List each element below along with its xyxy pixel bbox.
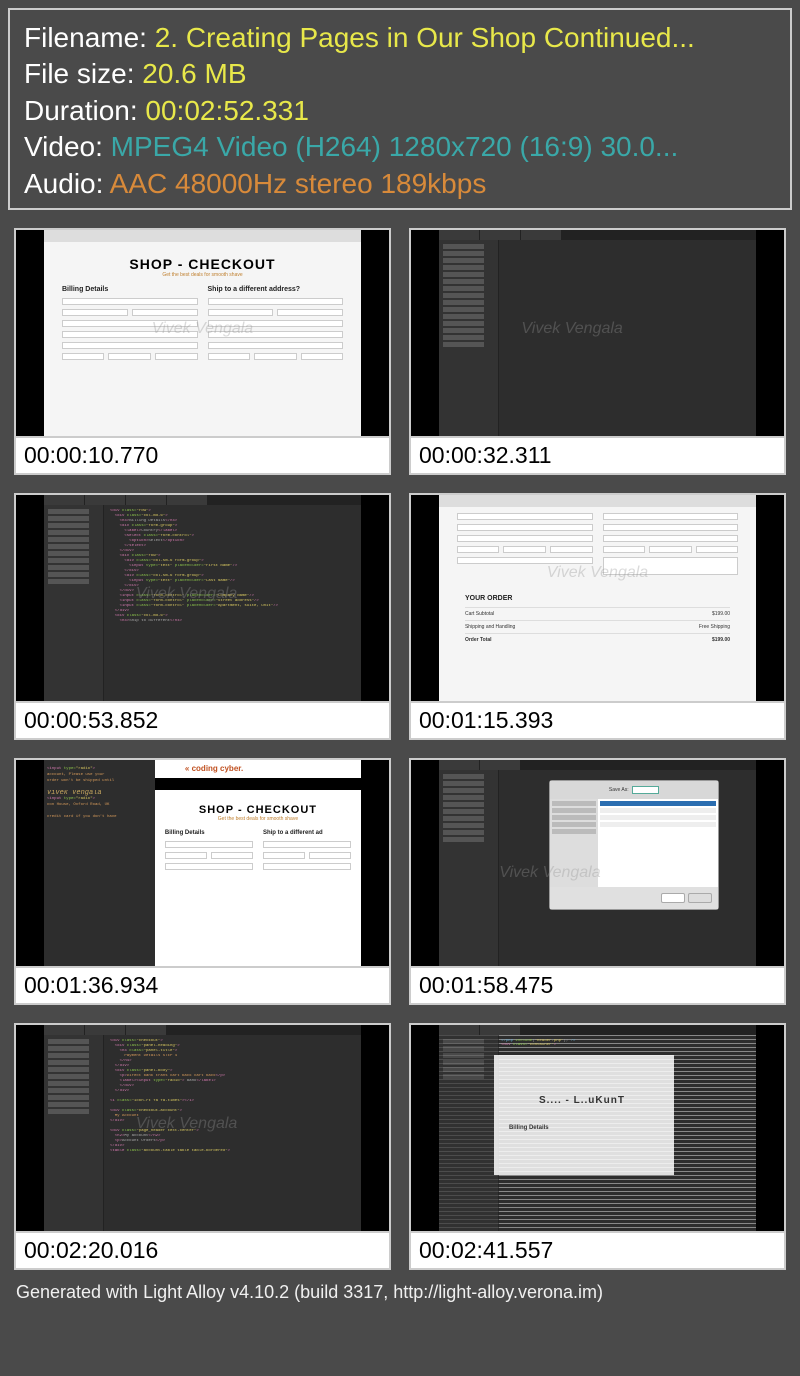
- thumb-cell-5: <input type="radio"> account, Please use…: [14, 758, 391, 1005]
- thumb-content: SHOP - CHECKOUT Get the best deals for s…: [44, 230, 361, 436]
- filename-label: Filename:: [24, 22, 155, 53]
- thumb-cell-2: Vivek Vengala 00:00:32.311: [409, 228, 786, 475]
- audio-value: AAC 48000Hz stereo 189kbps: [110, 168, 487, 199]
- timestamp-4: 00:01:15.393: [409, 703, 786, 740]
- thumb-cell-6: Save As:: [409, 758, 786, 1005]
- checkout-title: SHOP - CHECKOUT: [155, 804, 361, 816]
- thumb-cell-1: SHOP - CHECKOUT Get the best deals for s…: [14, 228, 391, 475]
- checkout-subtitle: Get the best deals for smooth shave: [44, 272, 361, 278]
- timestamp-5: 00:01:36.934: [14, 968, 391, 1005]
- glitch-title: S.... - L..uKunT: [539, 1095, 625, 1106]
- duration-label: Duration:: [24, 95, 145, 126]
- filename-value: 2. Creating Pages in Our Shop Continued.…: [155, 22, 695, 53]
- duration-value: 00:02:52.331: [145, 95, 309, 126]
- order-label: Shipping and Handling: [465, 624, 515, 630]
- duration-row: Duration: 00:02:52.331: [24, 93, 776, 129]
- thumbnail-6[interactable]: Save As:: [409, 758, 786, 968]
- thumbnail-2[interactable]: Vivek Vengala: [409, 228, 786, 438]
- timestamp-8: 00:02:41.557: [409, 1233, 786, 1270]
- timestamp-7: 00:02:20.016: [14, 1233, 391, 1270]
- thumbnail-8[interactable]: S.... - L..uKunT Billing Details <?php i…: [409, 1023, 786, 1233]
- order-head: YOUR ORDER: [465, 595, 730, 602]
- filesize-row: File size: 20.6 MB: [24, 56, 776, 92]
- order-value: $199.00: [712, 611, 730, 617]
- filesize-value: 20.6 MB: [142, 58, 246, 89]
- order-value: $199.00: [712, 637, 730, 643]
- watermark: Vivek Vengala: [521, 320, 622, 338]
- thumbnail-5[interactable]: <input type="radio"> account, Please use…: [14, 758, 391, 968]
- ship-head: Ship to a different address?: [208, 286, 344, 293]
- thumbnail-grid: SHOP - CHECKOUT Get the best deals for s…: [0, 218, 800, 1270]
- billing-head: Billing Details: [62, 286, 198, 293]
- thumb-content: <div class="checkout"> <div class="panel…: [44, 1025, 361, 1231]
- thumb-content: YOUR ORDER Cart Subtotal $199.00 Shipping…: [439, 495, 756, 701]
- thumb-cell-7: <div class="checkout"> <div class="panel…: [14, 1023, 391, 1270]
- audio-label: Audio:: [24, 168, 110, 199]
- checkout-subtitle: Get the best deals for smooth shave: [155, 816, 361, 822]
- video-value: MPEG4 Video (H264) 1280x720 (16:9) 30.0.…: [111, 131, 679, 162]
- file-info-panel: Filename: 2. Creating Pages in Our Shop …: [8, 8, 792, 210]
- filename-row: Filename: 2. Creating Pages in Our Shop …: [24, 20, 776, 56]
- video-row: Video: MPEG4 Video (H264) 1280x720 (16:9…: [24, 129, 776, 165]
- timestamp-6: 00:01:58.475: [409, 968, 786, 1005]
- thumb-cell-8: S.... - L..uKunT Billing Details <?php i…: [409, 1023, 786, 1270]
- thumb-cell-4: YOUR ORDER Cart Subtotal $199.00 Shipping…: [409, 493, 786, 740]
- video-label: Video:: [24, 131, 111, 162]
- thumbnail-7[interactable]: <div class="checkout"> <div class="panel…: [14, 1023, 391, 1233]
- thumb-content: <input type="radio"> account, Please use…: [44, 760, 361, 966]
- checkout-title: SHOP - CHECKOUT: [44, 256, 361, 272]
- billing-head: Billing Details: [509, 1125, 549, 1131]
- order-label: Cart Subtotal: [465, 611, 494, 617]
- thumb-content: S.... - L..uKunT Billing Details <?php i…: [439, 1025, 756, 1231]
- filesize-label: File size:: [24, 58, 142, 89]
- order-label: Order Total: [465, 637, 492, 643]
- thumbnail-4[interactable]: YOUR ORDER Cart Subtotal $199.00 Shipping…: [409, 493, 786, 703]
- thumb-content: <div class="row"> <div class="col-md-6">…: [44, 495, 361, 701]
- footer-text: Generated with Light Alloy v4.10.2 (buil…: [0, 1270, 800, 1303]
- save-dialog: Save As:: [549, 780, 719, 910]
- timestamp-1: 00:00:10.770: [14, 438, 391, 475]
- order-value: Free Shipping: [699, 624, 730, 630]
- audio-row: Audio: AAC 48000Hz stereo 189kbps: [24, 166, 776, 202]
- billing-head: Billing Details: [165, 830, 253, 836]
- thumb-cell-3: <div class="row"> <div class="col-md-6">…: [14, 493, 391, 740]
- timestamp-3: 00:00:53.852: [14, 703, 391, 740]
- timestamp-2: 00:00:32.311: [409, 438, 786, 475]
- thumbnail-1[interactable]: SHOP - CHECKOUT Get the best deals for s…: [14, 228, 391, 438]
- logo: « coding cyber.: [155, 760, 361, 778]
- thumbnail-3[interactable]: <div class="row"> <div class="col-md-6">…: [14, 493, 391, 703]
- thumb-content: Vivek Vengala: [439, 230, 756, 436]
- thumb-content: Save As:: [439, 760, 756, 966]
